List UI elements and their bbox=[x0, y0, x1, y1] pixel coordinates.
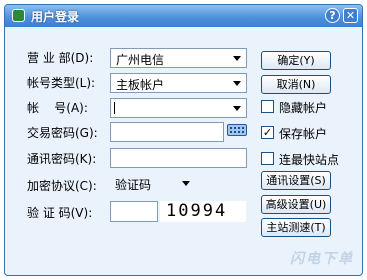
encryption-select[interactable]: 验证码 bbox=[110, 174, 192, 194]
hide-account-label: 隐藏帐户 bbox=[279, 101, 328, 115]
save-account-checkbox[interactable]: ✓ bbox=[261, 126, 274, 139]
dept-value: 广州电信 bbox=[116, 53, 165, 67]
watermark: 闪电下单 bbox=[290, 251, 354, 267]
account-type-select[interactable]: 主板帐户 bbox=[110, 73, 247, 93]
dropdown-arrow-icon bbox=[233, 81, 241, 86]
account-label: 帐 号(A): bbox=[27, 101, 88, 115]
dropdown-arrow-icon bbox=[233, 56, 241, 61]
app-icon bbox=[12, 9, 25, 22]
trade-password-label: 交易密码(G): bbox=[27, 126, 98, 140]
captcha-label: 验 证 码(V): bbox=[27, 206, 93, 220]
window-title: 用户登录 bbox=[31, 10, 80, 24]
save-account-label: 保存帐户 bbox=[279, 127, 328, 141]
encryption-value: 验证码 bbox=[115, 178, 152, 192]
dropdown-arrow-icon bbox=[233, 106, 241, 111]
dept-label: 营 业 部(D): bbox=[27, 51, 94, 65]
speed-test-button[interactable]: 主站测速(T) bbox=[261, 218, 331, 237]
captcha-image[interactable]: 10994 bbox=[160, 201, 246, 222]
encryption-label: 加密协议(C): bbox=[27, 179, 97, 193]
account-type-label: 帐号类型(L): bbox=[27, 76, 96, 90]
title-bar: 用户登录 ? ✕ bbox=[5, 5, 362, 27]
text-caret bbox=[114, 102, 115, 114]
advanced-settings-button[interactable]: 高级设置(U) bbox=[261, 195, 331, 214]
help-icon[interactable]: ? bbox=[325, 8, 340, 23]
comm-password-input[interactable] bbox=[110, 148, 247, 168]
login-window: 用户登录 ? ✕ 营 业 部(D): 广州电信 帐号类型(L): 主板帐户 帐 … bbox=[4, 4, 363, 276]
cancel-button[interactable]: 取消(N) bbox=[261, 75, 331, 94]
account-type-value: 主板帐户 bbox=[116, 78, 165, 92]
dropdown-arrow-icon bbox=[182, 181, 190, 186]
comm-password-label: 通讯密码(K): bbox=[27, 152, 97, 166]
keyboard-icon[interactable] bbox=[227, 124, 247, 136]
fast-connect-label: 连最快站点 bbox=[279, 153, 340, 167]
captcha-input[interactable] bbox=[110, 201, 158, 222]
comm-settings-button[interactable]: 通讯设置(S) bbox=[261, 171, 331, 190]
ok-button[interactable]: 确定(Y) bbox=[261, 51, 331, 70]
account-input[interactable] bbox=[110, 98, 247, 118]
dept-select[interactable]: 广州电信 bbox=[110, 48, 247, 68]
hide-account-checkbox[interactable] bbox=[261, 100, 274, 113]
close-icon[interactable]: ✕ bbox=[343, 8, 358, 23]
fast-connect-checkbox[interactable] bbox=[261, 152, 274, 165]
trade-password-input[interactable] bbox=[110, 122, 224, 142]
